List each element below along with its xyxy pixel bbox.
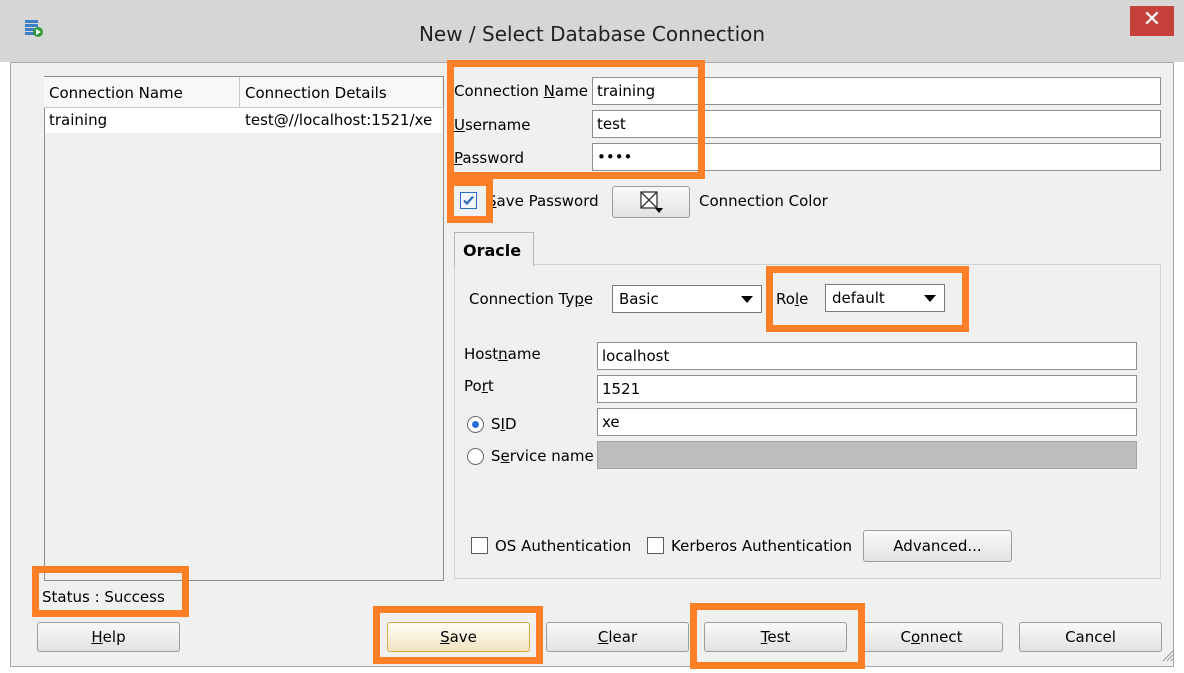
connection-name-cell[interactable]: training — [44, 108, 240, 133]
color-picker-icon — [640, 191, 663, 213]
service-name-input[interactable] — [597, 441, 1137, 469]
save-password-label: Save Password — [487, 192, 599, 210]
status-text: Status : Success — [42, 588, 165, 606]
dropdown-arrow-icon — [924, 295, 936, 302]
sid-radio[interactable] — [467, 416, 484, 433]
connection-type-select[interactable]: Basic — [612, 285, 762, 313]
kerberos-authentication-checkbox[interactable] — [647, 537, 664, 554]
username-input[interactable]: test — [592, 110, 1161, 138]
password-input[interactable]: •••• — [592, 143, 1161, 171]
checkmark-icon — [463, 195, 474, 206]
column-header-connection-details[interactable]: Connection Details — [240, 77, 443, 108]
hostname-input[interactable]: localhost — [597, 342, 1137, 370]
help-button[interactable]: Help — [37, 622, 180, 652]
save-password-checkbox[interactable] — [460, 192, 477, 209]
service-name-radio[interactable] — [467, 448, 484, 465]
dropdown-arrow-icon — [741, 296, 753, 303]
connections-list[interactable] — [44, 76, 444, 581]
role-select[interactable]: default — [825, 284, 945, 312]
column-header-connection-name[interactable]: Connection Name — [44, 77, 240, 108]
clear-button[interactable]: Clear — [546, 622, 689, 652]
connection-color-button[interactable] — [612, 186, 690, 218]
port-label: Port — [464, 377, 494, 395]
advanced-button[interactable]: Advanced... — [863, 530, 1012, 562]
window-title: New / Select Database Connection — [418, 22, 766, 46]
service-name-label: Service name — [491, 447, 594, 465]
tab-oracle[interactable]: Oracle — [454, 232, 534, 266]
os-authentication-checkbox[interactable] — [471, 537, 488, 554]
connection-color-label: Connection Color — [699, 192, 828, 210]
port-input[interactable]: 1521 — [597, 375, 1137, 403]
connection-details-cell[interactable]: test@//localhost:1521/xe — [240, 108, 443, 133]
sid-label: SID — [491, 415, 517, 433]
username-label: Username — [454, 116, 531, 134]
close-icon: ✕ — [1142, 7, 1162, 32]
resize-grip-icon[interactable] — [1160, 648, 1174, 662]
save-button[interactable]: Save — [387, 622, 530, 652]
password-label: Password — [454, 149, 525, 167]
close-button[interactable]: ✕ — [1130, 6, 1174, 36]
connection-type-label: Connection Type — [469, 290, 594, 308]
role-label: Role — [776, 290, 809, 308]
test-button[interactable]: Test — [704, 622, 847, 652]
connection-name-label: Connection Name — [454, 82, 588, 100]
cancel-button[interactable]: Cancel — [1019, 622, 1162, 652]
hostname-label: Hostname — [464, 345, 541, 363]
sid-input[interactable]: xe — [597, 408, 1137, 436]
os-authentication-label: OS Authentication — [495, 537, 632, 555]
connect-button[interactable]: Connect — [860, 622, 1003, 652]
kerberos-authentication-label: Kerberos Authentication — [671, 537, 852, 555]
connection-name-input[interactable]: training — [592, 77, 1161, 105]
